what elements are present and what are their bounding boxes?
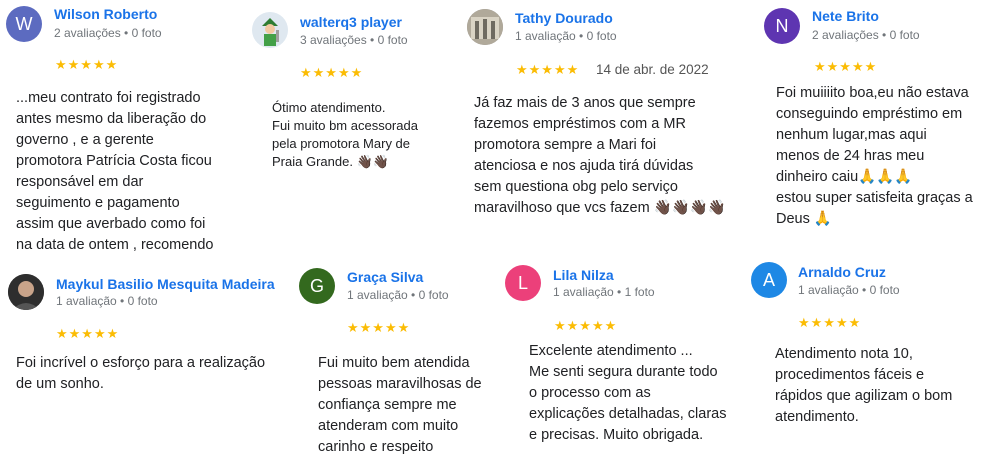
review-meta: 1 avaliação • 0 foto (798, 283, 900, 297)
rating-stars: ★★★★★ (516, 62, 580, 77)
review-meta: 1 avaliação • 0 foto (347, 288, 449, 302)
avatar[interactable]: A (751, 262, 787, 298)
avatar-letter: G (309, 275, 324, 296)
reviewer-name[interactable]: Tathy Dourado (515, 10, 613, 26)
rating-stars: ★★★★★ (56, 326, 120, 341)
review-text: Foi incrível o esforço para a realização… (16, 355, 266, 392)
reviewer-name[interactable]: Wilson Roberto (54, 6, 157, 22)
avatar-letter: W (15, 13, 33, 34)
rating-stars: ★★★★★ (347, 320, 411, 335)
rating-stars: ★★★★★ (55, 57, 119, 72)
review-text: Excelente atendimento ... Me senti segur… (529, 343, 727, 443)
reviewer-name[interactable]: Lila Nilza (553, 267, 614, 283)
avatar-letter: N (775, 15, 789, 36)
review-text: Ótimo atendimento. Fui muito bm acessora… (272, 100, 418, 169)
rating-stars: ★★★★★ (300, 65, 364, 80)
avatar[interactable]: L (505, 265, 541, 301)
avatar[interactable]: G (299, 268, 335, 304)
review-meta: 3 avaliações • 0 foto (300, 33, 408, 47)
reviewer-name[interactable]: Nete Brito (812, 8, 879, 24)
review-meta: 1 avaliação • 0 foto (515, 29, 617, 43)
rating-stars: ★★★★★ (798, 315, 862, 330)
photo-avatar-icon[interactable] (467, 9, 503, 45)
avatar[interactable]: N (764, 8, 800, 44)
reviewer-name[interactable]: Maykul Basilio Mesquita Madeira (56, 276, 275, 292)
reviewer-name[interactable]: Arnaldo Cruz (798, 264, 886, 280)
review-text: Fui muito bem atendida pessoas maravilho… (318, 355, 482, 455)
game-character-avatar-icon[interactable] (252, 12, 288, 48)
reviewer-name[interactable]: Graça Silva (347, 269, 423, 285)
avatar-letter: L (517, 272, 528, 293)
review-meta: 2 avaliações • 0 foto (54, 26, 162, 40)
reviewer-name[interactable]: walterq3 player (300, 14, 402, 30)
review-meta: 1 avaliação • 1 foto (553, 285, 655, 299)
review-text: Atendimento nota 10, procedimentos fácei… (775, 346, 953, 425)
review-text: Foi muiiiito boa,eu não estava conseguin… (776, 85, 973, 227)
photo-avatar-icon[interactable] (8, 274, 44, 310)
review-text: ...meu contrato foi registrado antes mes… (16, 90, 214, 253)
avatar[interactable]: W (6, 6, 42, 42)
review-meta: 2 avaliações • 0 foto (812, 28, 920, 42)
rating-stars: ★★★★★ (554, 318, 618, 333)
review-meta: 1 avaliação • 0 foto (56, 294, 158, 308)
rating-stars: ★★★★★ (814, 59, 878, 74)
avatar-letter: A (762, 269, 775, 290)
review-text: Já faz mais de 3 anos que sempre fazemos… (474, 95, 726, 216)
review-date: 14 de abr. de 2022 (596, 62, 709, 77)
